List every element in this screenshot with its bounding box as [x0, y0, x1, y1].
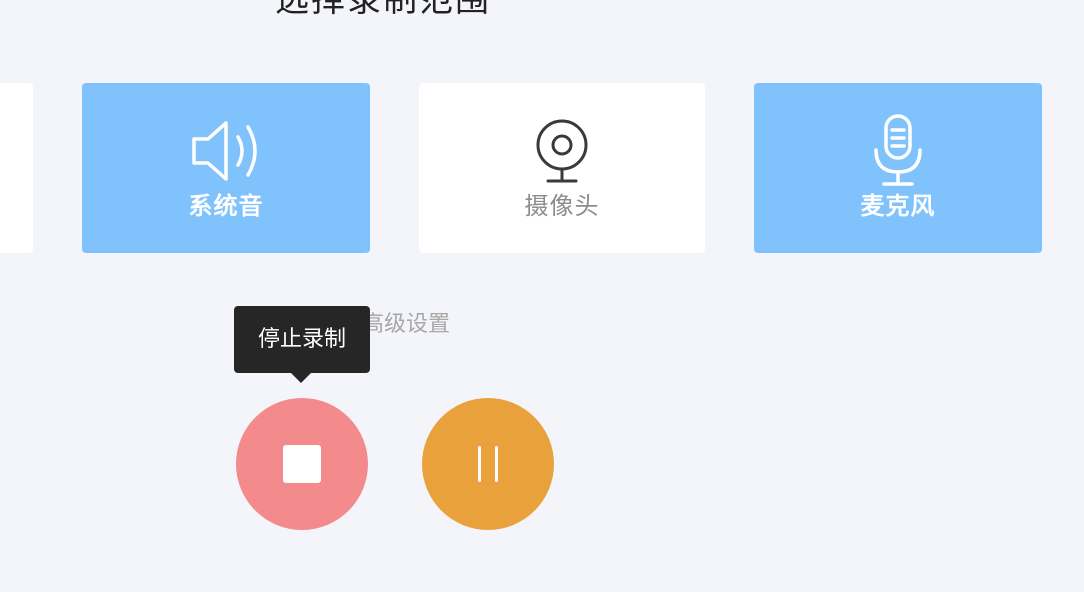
stop-icon — [283, 445, 321, 483]
pause-icon — [478, 446, 498, 482]
tooltip-arrow — [290, 372, 312, 383]
source-card-system-audio[interactable]: 系统音 — [82, 83, 370, 253]
stop-recording-button[interactable] — [236, 398, 368, 530]
page-title: 选择录制范围 — [275, 0, 491, 20]
source-card-microphone[interactable]: 麦克风 — [754, 83, 1042, 253]
stop-recording-tooltip: 停止录制 — [234, 306, 370, 373]
source-label-microphone: 麦克风 — [860, 192, 936, 220]
speaker-icon — [186, 115, 266, 187]
source-card-camera[interactable]: 摄像头 — [419, 83, 705, 253]
microphone-icon — [868, 114, 928, 187]
source-label-camera: 摄像头 — [524, 192, 600, 220]
source-card-partial[interactable] — [0, 83, 33, 253]
pause-recording-button[interactable] — [422, 398, 554, 530]
webcam-icon — [530, 115, 594, 187]
advanced-settings-link[interactable]: 高级设置 — [362, 310, 450, 340]
source-label-system-audio: 系统音 — [188, 192, 264, 220]
